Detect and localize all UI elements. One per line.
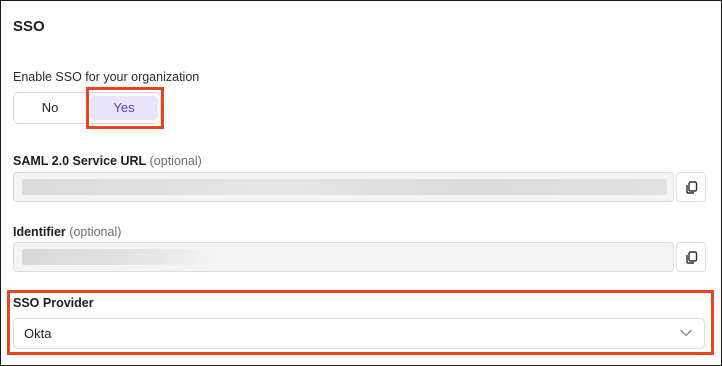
- identifier-optional: (optional): [69, 225, 122, 239]
- sso-provider-label: SSO Provider: [13, 296, 94, 310]
- toggle-option-no[interactable]: No: [16, 96, 84, 120]
- identifier-label-text: Identifier: [13, 225, 66, 239]
- redacted-value: [22, 179, 667, 195]
- copy-icon: [686, 251, 698, 264]
- enable-sso-toggle: No Yes: [13, 92, 161, 124]
- chevron-down-icon: [680, 329, 692, 337]
- saml-url-label: SAML 2.0 Service URL (optional): [13, 154, 202, 168]
- identifier-label: Identifier (optional): [13, 225, 121, 239]
- sso-provider-value: Okta: [24, 326, 52, 341]
- identifier-copy-button[interactable]: [676, 242, 706, 272]
- enable-sso-label: Enable SSO for your organization: [13, 70, 200, 84]
- saml-url-optional: (optional): [149, 154, 202, 168]
- toggle-option-yes[interactable]: Yes: [90, 96, 158, 120]
- sso-settings-panel: SSO Enable SSO for your organization No …: [0, 0, 722, 366]
- section-title: SSO: [13, 18, 45, 35]
- sso-provider-select[interactable]: Okta: [13, 318, 705, 349]
- copy-icon: [686, 181, 698, 194]
- redacted-value: [22, 249, 222, 265]
- saml-url-copy-button[interactable]: [676, 172, 706, 202]
- identifier-field[interactable]: [13, 242, 674, 272]
- saml-url-field[interactable]: [13, 172, 674, 202]
- saml-url-label-text: SAML 2.0 Service URL: [13, 154, 147, 168]
- sso-provider-label-text: SSO Provider: [13, 296, 94, 310]
